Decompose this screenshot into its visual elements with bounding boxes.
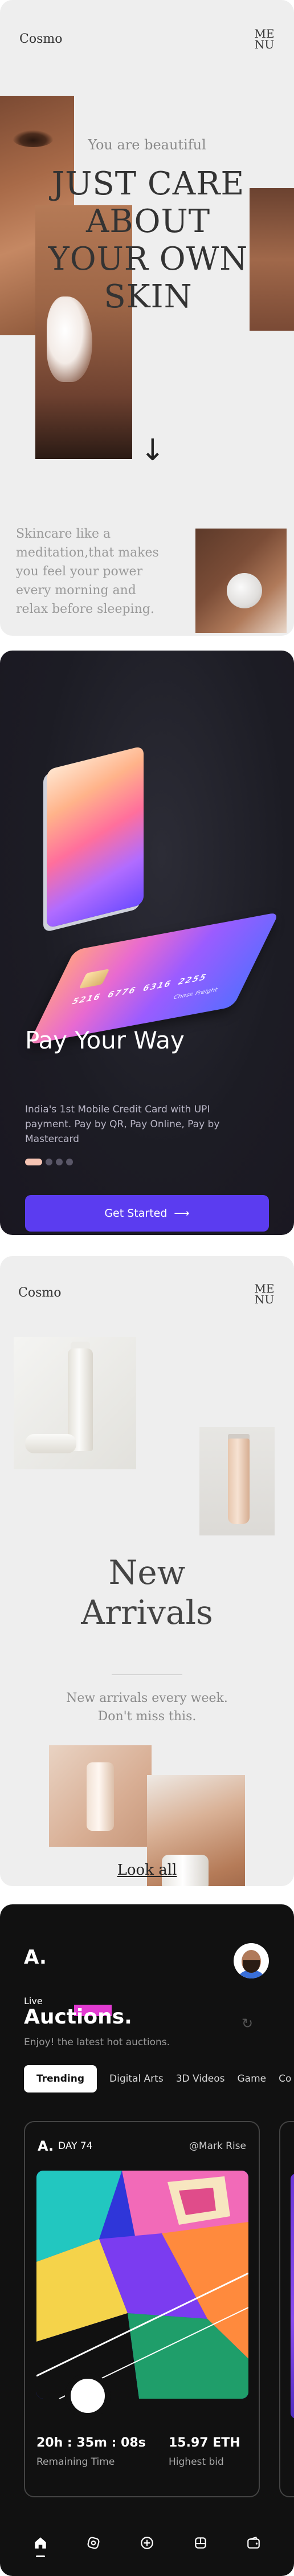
pager-dot[interactable] [56,1159,63,1165]
arrivals-screen: Cosmo ME NU New Arrivals New arrivals ev… [0,1256,294,1886]
section-intro: Enjoy! the latest hot auctions. [24,2037,170,2048]
card-day: DAY 74 [58,2140,93,2152]
tab-trending[interactable]: Trending [24,2065,97,2093]
tube-body [228,1439,250,1524]
card-chip-icon [79,969,110,989]
jar-detail [227,573,262,608]
wallet-icon[interactable] [242,2532,265,2554]
vertical-card-image [47,745,144,929]
credit-card-image: 5216 6776 6316 2255 Chase Freight [28,912,280,1045]
hands-jar-photo [195,529,287,633]
menu-button[interactable]: ME NU [254,1283,275,1305]
brand-logo[interactable]: Cosmo [19,32,62,46]
cream-tube-photo [199,1427,275,1535]
remaining-time-value: 20h : 35m : 08s [36,2436,146,2450]
app-logo[interactable]: A. [24,1946,47,1969]
auction-card[interactable]: A. DAY 74 @Mark Rise 20h : 35m : 08s Rem… [24,2121,260,2497]
get-started-label: Get Started [104,1207,168,1220]
section-title: New Arrivals [81,1553,213,1632]
bottle-lying [25,1434,76,1453]
pager-dot[interactable] [25,1159,42,1165]
artwork-image [36,2171,248,2399]
screen-title: Pay Your Way [25,1026,185,1054]
brand-logo[interactable]: Cosmo [18,1286,61,1300]
tab-game[interactable]: Game [238,2073,267,2085]
pager-dots [25,1159,73,1165]
highest-bid-label: Highest bid [169,2456,224,2468]
home-icon[interactable] [29,2532,52,2557]
menu-button[interactable]: ME NU [254,28,275,50]
artwork-graphic [36,2171,248,2399]
arrow-right-icon: ⟶ [174,1207,190,1220]
discover-icon[interactable] [82,2532,105,2554]
look-all-link[interactable]: Look all [0,1862,294,1879]
arrow-down-icon[interactable]: ↓ [140,433,165,468]
get-started-button[interactable]: Get Started ⟶ [25,1195,269,1232]
artwork-badge [65,2373,111,2419]
card-holder: Chase Freight [172,986,219,1001]
section-title: Auctions. [24,2005,132,2029]
highest-bid-value: 15.97 ETH [169,2436,240,2450]
collection-icon[interactable] [189,2532,212,2554]
add-icon[interactable] [136,2532,158,2554]
category-tabs: Trending Digital Arts 3D Videos Game Co [24,2065,291,2093]
artwork-image [291,2173,294,2419]
tagline: You are beautiful [88,137,206,153]
auctions-screen: A. Live Auctions. ↻ Enjoy! the latest ho… [0,1904,294,2576]
tab-3d-videos[interactable]: 3D Videos [176,2073,225,2085]
card-author[interactable]: @Mark Rise [189,2140,246,2152]
card-app-screen: 5216 6776 6316 2255 Chase Freight Pay Yo… [0,651,294,1235]
pager-dot[interactable] [66,1159,73,1165]
card-logo: A. [38,2138,54,2154]
lotion-bottle [87,1762,114,1831]
lotion-bottle-photo [49,1745,152,1847]
pager-dot[interactable] [46,1159,52,1165]
remaining-time-label: Remaining Time [36,2456,115,2468]
tab-more[interactable]: Co [279,2073,291,2085]
screen-description: India's 1st Mobile Credit Card with UPI … [25,1104,220,1145]
cosmo-screen: Cosmo ME NU You are beautiful JUST CARE … [0,0,294,636]
serum-bottle-photo [14,1337,136,1469]
bottom-nav [0,2514,294,2571]
hero-headline: JUST CARE ABOUT YOUR OWN SKIN [48,165,248,315]
hero-copy: Skincare like a meditation,that makes yo… [16,527,159,616]
section-subtitle: New arrivals every week. Don't miss this… [66,1691,228,1724]
tab-digital-arts[interactable]: Digital Arts [109,2073,164,2085]
refresh-icon[interactable]: ↻ [242,2016,253,2031]
avatar[interactable] [234,1943,269,1978]
auction-card-next[interactable] [279,2121,294,2497]
